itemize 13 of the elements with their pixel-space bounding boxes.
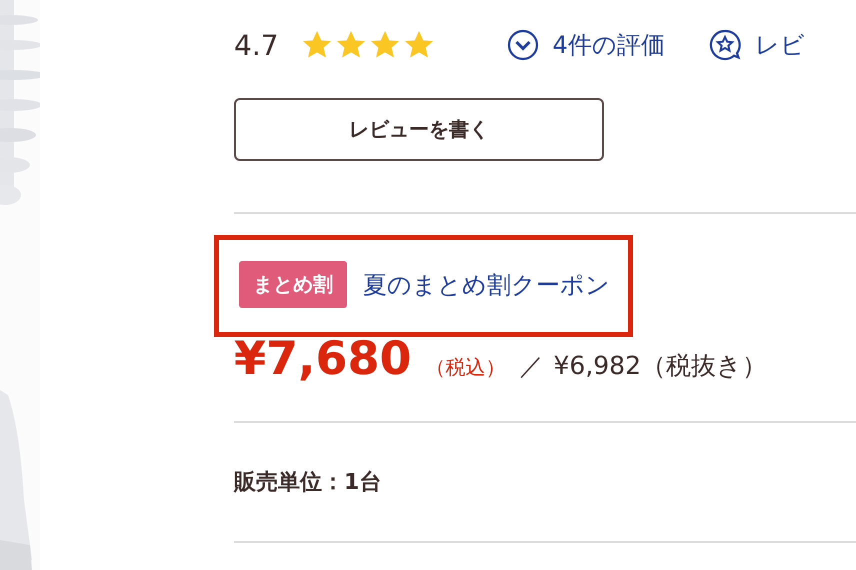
tax-note: （税込） [426,354,506,381]
sales-unit: 販売単位：1台 [234,469,382,497]
coupon-link[interactable]: 夏のまとめ割クーポン [363,268,610,300]
chevron-down-icon [506,29,539,61]
write-review-button[interactable]: レビューを書く [234,98,604,161]
review-link[interactable]: 4件の評価 [506,29,665,61]
review-link[interactable]: レビ [708,29,805,61]
price-excluding-tax: ¥6,982（税抜き） [554,350,767,382]
rating-score: 4.7 [234,28,279,62]
star-bubble-icon [708,29,741,61]
separator: ／ [520,351,544,382]
price: ¥7,680 [234,331,412,385]
discount-badge: まとめ割 [239,261,347,308]
